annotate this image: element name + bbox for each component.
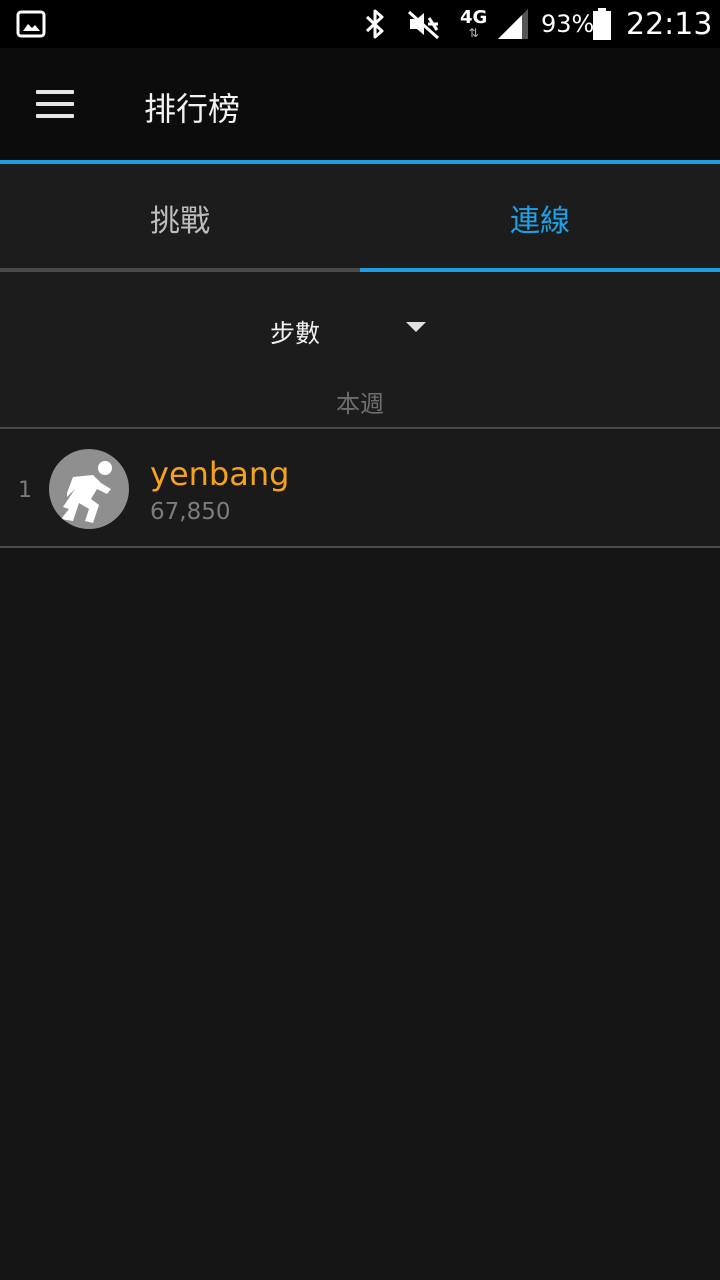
- mute-icon: [406, 0, 442, 48]
- battery-percent: 93%: [541, 10, 595, 38]
- gallery-icon: [16, 0, 46, 48]
- tab-bar: 挑戰 連線: [0, 164, 720, 272]
- divider-top: [0, 427, 720, 429]
- app-bar: [0, 48, 720, 160]
- rank-number: 1: [18, 478, 32, 503]
- network-indicator: 4G ⇅: [460, 0, 487, 48]
- period-label: 本週: [336, 390, 384, 418]
- avatar[interactable]: [49, 449, 129, 529]
- page-title: 排行榜: [144, 90, 241, 128]
- status-bar: 4G ⇅ 93% 22:13: [0, 0, 720, 48]
- signal-icon: [496, 0, 530, 48]
- clock: 22:13: [626, 6, 713, 42]
- runner-icon: [61, 461, 112, 523]
- divider-bottom: [0, 546, 720, 548]
- dropdown-arrow-icon[interactable]: [406, 322, 426, 332]
- username: yenbang: [150, 455, 290, 493]
- data-arrows-icon: ⇅: [468, 26, 479, 40]
- tab-challenge[interactable]: 挑戰: [0, 164, 360, 272]
- network-type: 4G: [460, 7, 488, 28]
- bluetooth-icon: [360, 0, 390, 48]
- step-count: 67,850: [150, 499, 231, 525]
- battery-icon: [592, 0, 612, 48]
- hamburger-menu-icon[interactable]: [36, 88, 76, 120]
- tab-connections[interactable]: 連線: [360, 164, 720, 272]
- metric-dropdown[interactable]: 步數: [270, 314, 320, 350]
